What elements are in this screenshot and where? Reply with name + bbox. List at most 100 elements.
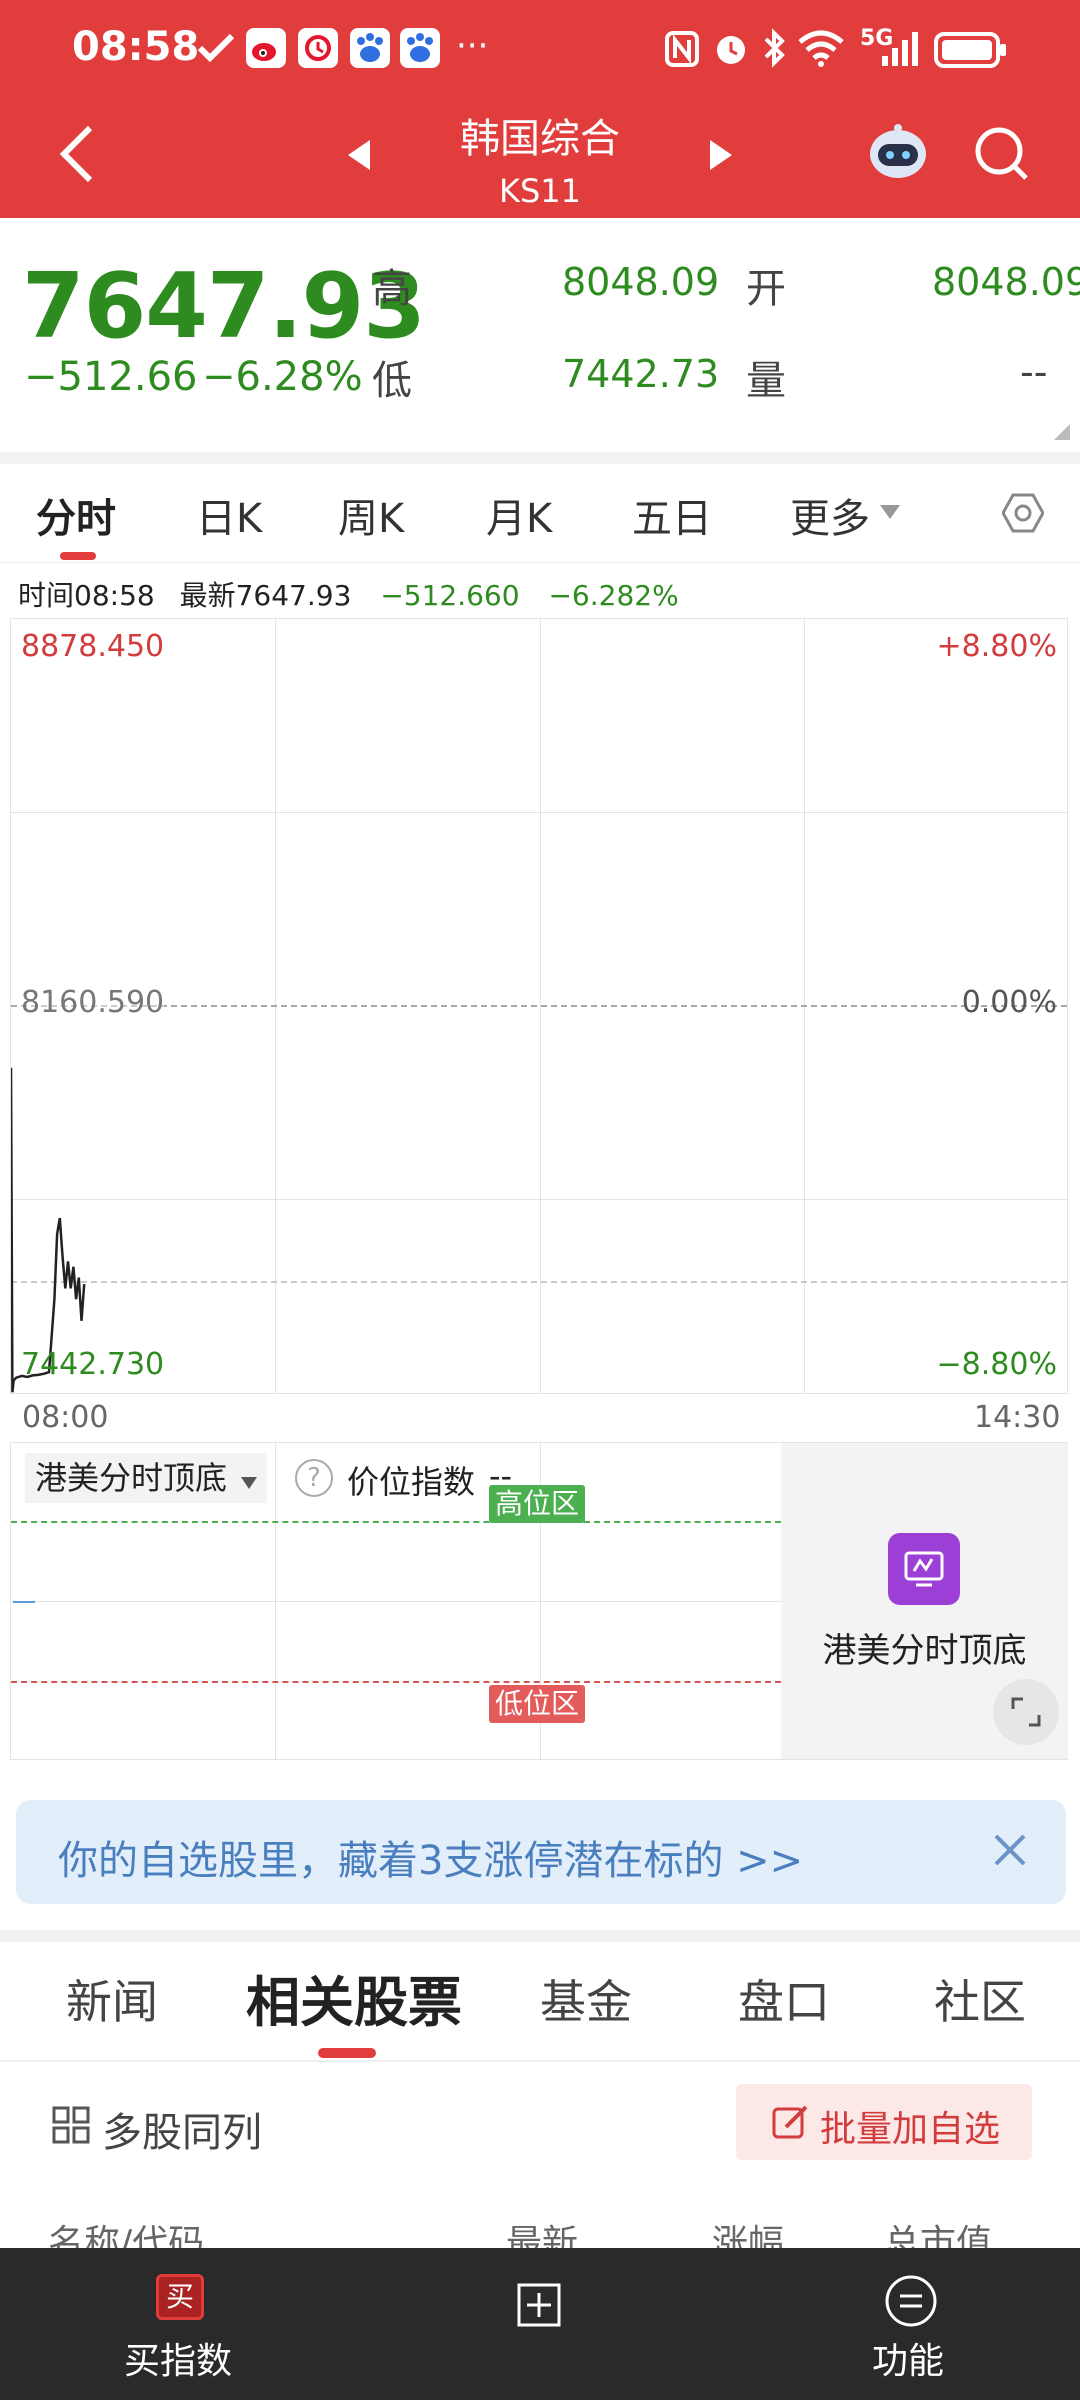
tab-monthly-k[interactable]: 月K <box>486 486 552 544</box>
pct-mid-label: 0.00% <box>961 985 1057 1020</box>
tab-active-indicator <box>60 552 96 560</box>
notification-check-icon <box>196 30 236 66</box>
robot-assistant-icon[interactable] <box>866 120 930 188</box>
tab-related-stocks[interactable]: 相关股票 <box>246 1958 462 2037</box>
low-label: 低 <box>372 358 412 404</box>
help-icon[interactable]: ? <box>295 1459 333 1497</box>
alarm-icon <box>712 30 750 72</box>
high-value: 8048.09 <box>562 260 720 304</box>
y-max-label: 8878.450 <box>21 629 165 664</box>
divider <box>0 1930 1080 1942</box>
status-bar: 08:58 ··· 5G <box>0 0 1080 100</box>
section-tab-indicator <box>318 2048 376 2058</box>
crosshair-info-bar: 时间08:58 最新7647.93 −512.660 −6.282% <box>18 574 679 614</box>
info-change-pct: −6.282% <box>548 579 679 612</box>
high-zone-line <box>11 1521 781 1523</box>
volume-value: -- <box>1020 350 1060 394</box>
promo-text: 你的自选股里，藏着3支涨停潜在标的 >> <box>58 1838 804 1884</box>
buy-icon: 买 <box>156 2274 204 2320</box>
divider <box>0 562 1080 563</box>
high-label: 高 <box>372 266 412 312</box>
batch-add-label: 批量加自选 <box>820 2109 1001 2150</box>
pct-min-label: −8.80% <box>936 1347 1057 1382</box>
fullscreen-icon[interactable] <box>993 1679 1059 1745</box>
status-time: 08:58 <box>72 24 200 70</box>
open-label: 开 <box>746 266 786 312</box>
tab-daily-k[interactable]: 日K <box>196 486 262 544</box>
indicator-line <box>13 1601 35 1603</box>
close-icon[interactable] <box>992 1832 1028 1872</box>
low-zone-line <box>11 1681 781 1683</box>
tab-weekly-k[interactable]: 周K <box>338 486 404 544</box>
baidu-icon-2 <box>400 28 440 68</box>
more-notifications: ··· <box>456 26 489 66</box>
tab-more[interactable]: 更多 <box>790 486 870 544</box>
indicator-name: 港美分时顶底 <box>35 1459 228 1497</box>
chevron-down-icon <box>880 504 900 523</box>
back-icon[interactable] <box>56 122 100 190</box>
tab-funds[interactable]: 基金 <box>540 1966 632 2032</box>
tab-order-book[interactable]: 盘口 <box>738 1966 830 2032</box>
settings-icon[interactable] <box>1001 492 1045 538</box>
signal-icon <box>880 28 920 72</box>
promo-banner[interactable]: 你的自选股里，藏着3支涨停潜在标的 >> <box>16 1800 1066 1904</box>
price-series-line <box>11 1067 86 1393</box>
high-zone-badge: 高位区 <box>489 1485 586 1523</box>
price-line-chart <box>11 1067 86 1393</box>
add-watchlist-icon[interactable] <box>516 2282 562 2332</box>
y-min-label: 7442.730 <box>21 1347 165 1382</box>
battery-icon <box>934 32 1008 72</box>
volume-label: 量 <box>746 358 786 404</box>
x-start-label: 08:00 <box>22 1400 109 1435</box>
prev-index-icon[interactable] <box>346 138 372 176</box>
baidu-icon <box>350 28 390 68</box>
buy-index-label: 买指数 <box>124 2341 233 2382</box>
weibo-icon <box>246 28 286 68</box>
pct-max-label: +8.80% <box>936 629 1057 664</box>
title-bar: 韩国综合 KS11 <box>0 100 1080 218</box>
quote-panel: 7647.93 −512.66 −6.28% 高 8048.09 开 8048.… <box>0 218 1080 452</box>
y-mid-label: 8160.590 <box>21 985 165 1020</box>
expand-corner-icon[interactable] <box>1054 424 1070 444</box>
divider <box>0 2060 1080 2062</box>
indicator-card[interactable]: 港美分时顶底 <box>781 1443 1068 1759</box>
next-index-icon[interactable] <box>708 138 734 176</box>
col-latest[interactable]: 最新 <box>506 2214 578 2252</box>
col-name[interactable]: 名称/代码 <box>48 2214 204 2252</box>
current-price: 7647.93 <box>22 254 426 359</box>
monitor-chart-icon <box>888 1533 960 1605</box>
edit-icon <box>772 2105 808 2139</box>
functions-label: 功能 <box>872 2341 945 2382</box>
x-end-label: 14:30 <box>974 1400 1061 1435</box>
divider <box>0 452 1080 464</box>
buy-index-button[interactable]: 买 买指数 <box>110 2270 250 2382</box>
multi-stock-label: 多股同列 <box>102 2110 262 2156</box>
tab-five-day[interactable]: 五日 <box>632 486 712 544</box>
search-icon[interactable] <box>972 124 1032 188</box>
functions-button[interactable]: 功能 <box>856 2270 966 2382</box>
batch-add-button[interactable]: 批量加自选 <box>736 2084 1032 2160</box>
price-change: −512.66 <box>24 354 198 400</box>
menu-circle-icon <box>885 2275 937 2327</box>
alarm-app-icon <box>298 28 338 68</box>
bluetooth-icon <box>762 28 788 72</box>
indicator-panel: 港美分时顶底 ? 价位指数 -- 高位区 低位区 港美分时顶底 <box>10 1442 1068 1760</box>
grid-icon <box>52 2106 90 2144</box>
indicator-card-label: 港美分时顶底 <box>822 1631 1027 1671</box>
wifi-icon <box>796 28 846 72</box>
list-header: 名称/代码 最新 涨幅 总市值 <box>0 2206 1080 2252</box>
tab-community[interactable]: 社区 <box>934 1966 1026 2032</box>
tab-news[interactable]: 新闻 <box>66 1966 158 2032</box>
intraday-chart[interactable]: 8878.450 +8.80% 8160.590 0.00% 7442.730 … <box>10 618 1068 1394</box>
chevron-down-icon <box>241 1477 258 1489</box>
col-change[interactable]: 涨幅 <box>712 2214 784 2252</box>
col-market-cap[interactable]: 总市值 <box>884 2214 992 2252</box>
bottom-nav: 买 买指数 功能 <box>0 2248 1080 2400</box>
info-time: 时间08:58 <box>18 579 155 612</box>
open-value: 8048.09 <box>932 260 1080 304</box>
info-change: −512.660 <box>380 579 520 612</box>
indicator-value-label: 价位指数 <box>347 1463 476 1501</box>
indicator-selector[interactable]: 港美分时顶底 <box>25 1453 268 1503</box>
tab-intraday[interactable]: 分时 <box>36 486 116 544</box>
info-latest: 最新7647.93 <box>179 579 352 612</box>
